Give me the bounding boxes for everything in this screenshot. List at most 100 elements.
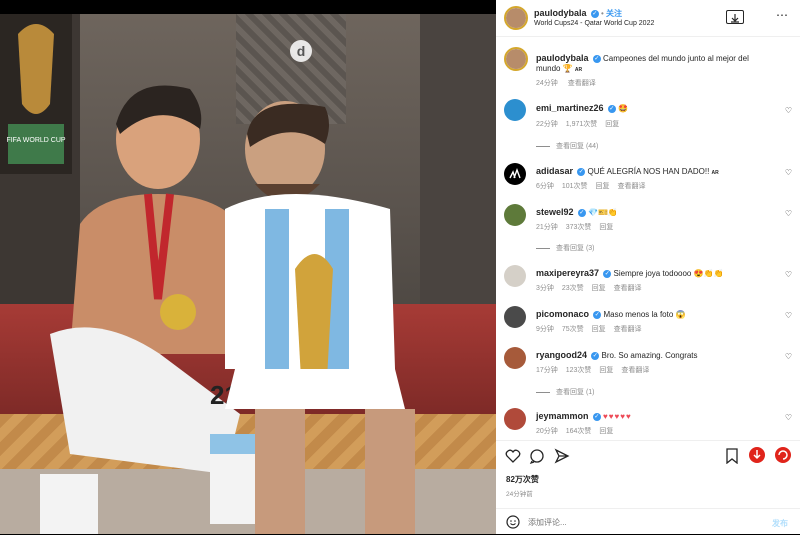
- reply-button[interactable]: 回复: [596, 183, 610, 190]
- like-comment-icon[interactable]: ♡: [785, 270, 792, 279]
- trophy-emoji-icon: 🏆: [562, 64, 573, 73]
- watermark-letter: d: [297, 43, 306, 59]
- comment-text: 🤩: [618, 104, 628, 113]
- dot-separator: •: [600, 9, 604, 18]
- post-photo[interactable]: FIFA WORLD CUP d 21: [0, 14, 496, 534]
- author-username[interactable]: paulodybala: [534, 8, 587, 18]
- comment-likes[interactable]: 164次赞: [566, 428, 592, 435]
- caption-avatar[interactable]: [504, 47, 528, 71]
- comment-text: 💎🎫👏: [588, 208, 618, 217]
- verified-icon: ✓: [603, 269, 612, 278]
- reply-button[interactable]: 回复: [605, 121, 619, 128]
- caption-text: Campeones del mundo junto al mejor del: [602, 54, 749, 63]
- post-time: 24分钟前: [506, 491, 533, 498]
- view-replies-link[interactable]: 查看回复 (3): [536, 243, 595, 253]
- comment-row: stewel92 ✓ 💎🎫👏: [536, 207, 618, 217]
- like-comment-icon[interactable]: ♡: [785, 413, 792, 422]
- comment-text: Bro. So amazing. Congrats: [601, 351, 698, 360]
- download-red-icon[interactable]: [748, 446, 766, 464]
- flag-tag: AR: [574, 67, 583, 73]
- comment-avatar[interactable]: [504, 408, 526, 430]
- caption-text-line2: mundo: [536, 64, 561, 73]
- comment-username[interactable]: ryangood24: [536, 350, 587, 360]
- comment-username[interactable]: emi_martinez26: [536, 103, 604, 113]
- download-icon[interactable]: [726, 10, 744, 24]
- comment-username[interactable]: picomonaco: [536, 309, 589, 319]
- comment-avatar[interactable]: [504, 99, 526, 121]
- comment-avatar[interactable]: [504, 265, 526, 287]
- share-send-icon[interactable]: [554, 448, 570, 464]
- verified-icon: ✓: [592, 412, 601, 421]
- caption-username[interactable]: paulodybala: [536, 53, 589, 63]
- like-comment-icon[interactable]: ♡: [785, 352, 792, 361]
- comment-likes[interactable]: 23次赞: [562, 285, 584, 292]
- comment-likes[interactable]: 123次赞: [566, 367, 592, 374]
- verified-icon: ✓: [590, 9, 599, 18]
- reply-button[interactable]: 回复: [592, 326, 606, 333]
- bookmark-icon[interactable]: [725, 448, 739, 464]
- like-comment-icon[interactable]: ♡: [785, 311, 792, 320]
- view-replies-link[interactable]: 查看回复 (1): [536, 387, 595, 397]
- comment-row: adidasar ✓ QUÉ ALEGRÍA NOS HAN DADO!! AR: [536, 166, 719, 176]
- comment-time: 22分钟: [536, 121, 558, 128]
- reply-button[interactable]: 回复: [599, 367, 613, 374]
- comment-time: 3分钟: [536, 285, 554, 292]
- comment-avatar[interactable]: [504, 163, 526, 185]
- translate-link[interactable]: 查看翻译: [614, 285, 642, 292]
- comment-likes[interactable]: 101次赞: [562, 183, 588, 190]
- author-avatar[interactable]: [504, 6, 528, 30]
- comment-text: QUÉ ALEGRÍA NOS HAN DADO!!: [587, 167, 710, 176]
- refresh-red-icon[interactable]: [774, 446, 792, 464]
- comment-avatar[interactable]: [504, 204, 526, 226]
- verified-icon: ✓: [592, 54, 601, 63]
- comment-bubble-icon[interactable]: [529, 448, 545, 464]
- view-replies-link[interactable]: 查看回复 (44): [536, 141, 598, 151]
- comment-username[interactable]: maxipereyra37: [536, 268, 599, 278]
- comment-likes[interactable]: 373次赞: [566, 224, 592, 231]
- comment-avatar[interactable]: [504, 306, 526, 328]
- like-comment-icon[interactable]: ♡: [785, 168, 792, 177]
- comment-row: emi_martinez26 ✓ 🤩: [536, 103, 628, 113]
- verified-icon: ✓: [607, 104, 616, 113]
- comment-text: Siempre joya todoooo 😍👏👏: [613, 269, 724, 278]
- post-header: paulodybala ✓ • 关注 World Cups24 - Qatar …: [496, 0, 800, 37]
- verified-icon: ✓: [591, 351, 600, 360]
- comment-likes[interactable]: 75次赞: [562, 326, 584, 333]
- comment-likes[interactable]: 1,971次赞: [566, 121, 598, 128]
- player-messi: [225, 101, 415, 534]
- watermark-logo: d: [290, 40, 312, 62]
- reply-button[interactable]: 回复: [599, 224, 613, 231]
- post-actions-bar: 82万次赞 24分钟前: [496, 440, 800, 511]
- location-link[interactable]: World Cups24 - Qatar World Cup 2022: [534, 20, 654, 27]
- like-comment-icon[interactable]: ♡: [785, 209, 792, 218]
- post-details-panel: paulodybala ✓ • 关注 World Cups24 - Qatar …: [496, 0, 800, 534]
- follow-button[interactable]: 关注: [606, 9, 622, 18]
- adidas-logo-icon: [509, 168, 521, 179]
- post-comment-button[interactable]: 发布: [772, 518, 788, 529]
- add-comment-bar: 发布: [496, 508, 800, 535]
- reply-button[interactable]: 回复: [599, 428, 613, 435]
- verified-icon: ✓: [577, 167, 586, 176]
- translate-link[interactable]: 查看翻译: [617, 183, 645, 190]
- comment-avatar[interactable]: [504, 347, 526, 369]
- translate-link[interactable]: 查看翻译: [621, 367, 649, 374]
- caption-time: 24分钟: [536, 80, 558, 87]
- emoji-icon[interactable]: [506, 515, 520, 529]
- more-options-icon[interactable]: ⋯: [776, 8, 788, 22]
- reply-button[interactable]: 回复: [592, 285, 606, 292]
- translate-link[interactable]: 查看翻译: [614, 326, 642, 333]
- like-heart-icon[interactable]: [505, 448, 521, 464]
- comment-time: 6分钟: [536, 183, 554, 190]
- comment-row: jeymammon ✓ ♥♥♥♥♥: [536, 411, 632, 421]
- comment-input[interactable]: [528, 515, 748, 529]
- like-comment-icon[interactable]: ♡: [785, 106, 792, 115]
- comment-username[interactable]: stewel92: [536, 207, 574, 217]
- comment-row: picomonaco ✓ Maso menos la foto 😱: [536, 309, 685, 319]
- likes-count[interactable]: 82万次赞: [506, 474, 539, 485]
- comment-username[interactable]: jeymammon: [536, 411, 589, 421]
- comment-text: Maso menos la foto 😱: [603, 310, 686, 319]
- flag-tag: AR: [711, 170, 719, 176]
- comment-text: ♥♥♥♥♥: [603, 412, 632, 421]
- caption-translate-link[interactable]: 查看翻译: [568, 80, 596, 87]
- comment-username[interactable]: adidasar: [536, 166, 573, 176]
